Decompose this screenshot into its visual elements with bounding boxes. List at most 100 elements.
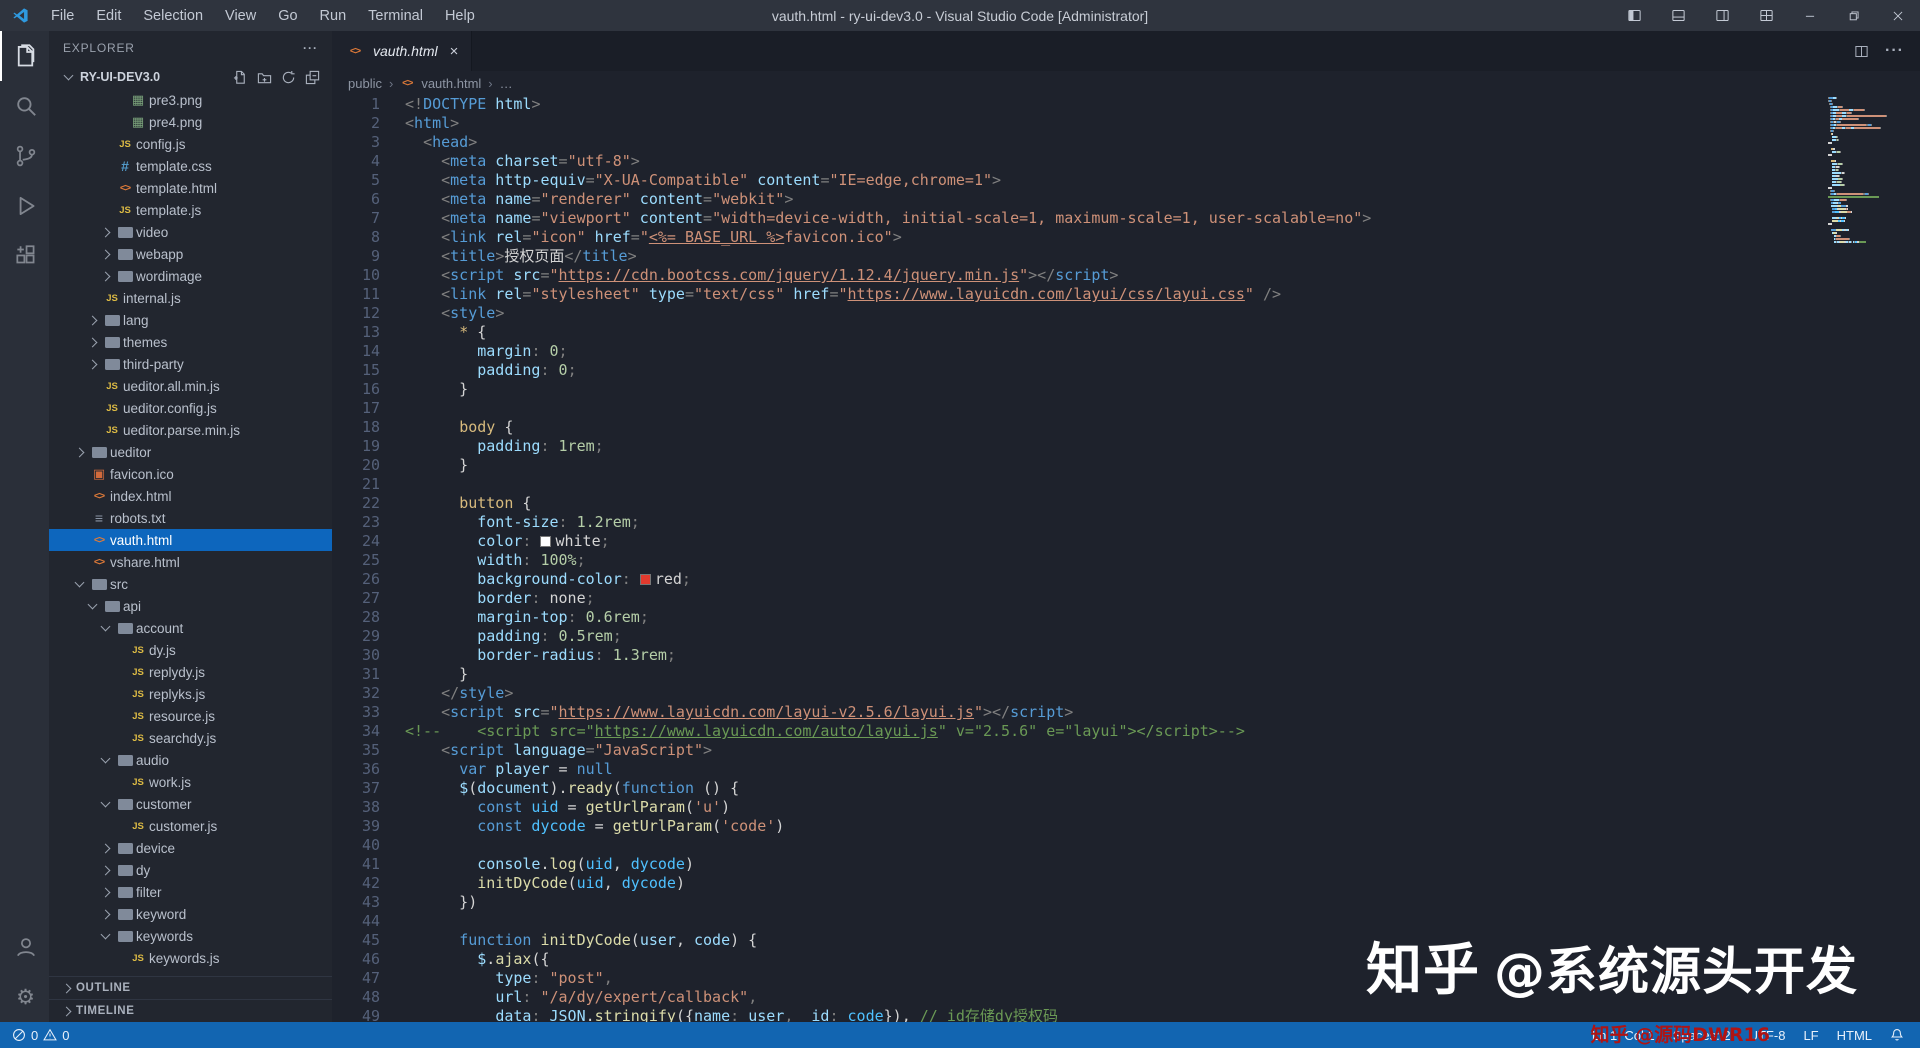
tree-item-filter[interactable]: filter — [49, 881, 332, 903]
breadcrumb-more[interactable]: … — [500, 76, 513, 91]
code-line[interactable]: <meta name="renderer" content="webkit"> — [405, 190, 1920, 209]
collapse-all-icon[interactable] — [305, 70, 320, 85]
code-line[interactable]: width: 100%; — [405, 551, 1920, 570]
split-editor-icon[interactable] — [1854, 44, 1869, 59]
explorer-more-icon[interactable]: ··· — [303, 41, 318, 55]
code-line[interactable]: background-color: red; — [405, 570, 1920, 589]
tree-item-api[interactable]: api — [49, 595, 332, 617]
menu-help[interactable]: Help — [434, 0, 486, 31]
tree-item-config.js[interactable]: config.js — [49, 133, 332, 155]
code-line[interactable]: margin-top: 0.6rem; — [405, 608, 1920, 627]
timeline-section[interactable]: TIMELINE — [49, 999, 332, 1022]
source-control-icon[interactable] — [0, 131, 49, 181]
menu-selection[interactable]: Selection — [132, 0, 214, 31]
code-line[interactable]: console.log(uid, dycode) — [405, 855, 1920, 874]
tree-item-resource.js[interactable]: resource.js — [49, 705, 332, 727]
tab-vauth-html[interactable]: vauth.html × — [332, 31, 473, 71]
tree-item-device[interactable]: device — [49, 837, 332, 859]
code-line[interactable]: padding: 0.5rem; — [405, 627, 1920, 646]
tree-item-video[interactable]: video — [49, 221, 332, 243]
code-line[interactable]: data: JSON.stringify({name: user, id: co… — [405, 1007, 1920, 1022]
code-line[interactable]: <html> — [405, 114, 1920, 133]
tree-item-pre4.png[interactable]: pre4.png — [49, 111, 332, 133]
outline-section[interactable]: OUTLINE — [49, 976, 332, 999]
code-line[interactable]: } — [405, 665, 1920, 684]
menu-file[interactable]: File — [40, 0, 85, 31]
breadcrumb-file[interactable]: vauth.html — [421, 76, 481, 91]
editor-pane[interactable]: 1 2 3 4 5 6 7 8 9 10 11 12 13 14 15 16 17 18 19 20 21 22 23 24 2… — [332, 95, 1920, 1022]
tree-item-vauth.html[interactable]: vauth.html — [49, 529, 332, 551]
tree-item-robots.txt[interactable]: robots.txt — [49, 507, 332, 529]
code-line[interactable]: initDyCode(uid, dycode) — [405, 874, 1920, 893]
code-line[interactable]: var player = null — [405, 760, 1920, 779]
tree-item-customer.js[interactable]: customer.js — [49, 815, 332, 837]
code-line[interactable]: <link rel="stylesheet" type="text/css" h… — [405, 285, 1920, 304]
tree-item-keywords[interactable]: keywords — [49, 925, 332, 947]
code-line[interactable]: <script src="https://cdn.bootcss.com/jqu… — [405, 266, 1920, 285]
restore-button[interactable] — [1832, 0, 1876, 31]
code-line[interactable]: font-size: 1.2rem; — [405, 513, 1920, 532]
code-lines[interactable]: <!DOCTYPE html> <html> <head> <meta chars… — [405, 95, 1920, 1022]
minimap[interactable] — [1828, 97, 1908, 244]
problems-indicator[interactable]: 0 0 — [12, 1028, 69, 1043]
tab-close-icon[interactable]: × — [450, 43, 459, 60]
code-line[interactable]: $(document).ready(function () { — [405, 779, 1920, 798]
tree-item-pre3.png[interactable]: pre3.png — [49, 89, 332, 111]
code-line[interactable]: body { — [405, 418, 1920, 437]
code-line[interactable]: } — [405, 456, 1920, 475]
code-line[interactable]: const uid = getUrlParam('u') — [405, 798, 1920, 817]
menu-terminal[interactable]: Terminal — [357, 0, 434, 31]
code-line[interactable]: border-radius: 1.3rem; — [405, 646, 1920, 665]
tree-item-keyword[interactable]: keyword — [49, 903, 332, 925]
tree-item-work.js[interactable]: work.js — [49, 771, 332, 793]
code-line[interactable] — [405, 836, 1920, 855]
code-line[interactable] — [405, 912, 1920, 931]
tree-item-account[interactable]: account — [49, 617, 332, 639]
tree-item-searchdy.js[interactable]: searchdy.js — [49, 727, 332, 749]
new-folder-icon[interactable] — [257, 70, 272, 85]
tree-item-customer[interactable]: customer — [49, 793, 332, 815]
toggle-panel-icon[interactable] — [1656, 0, 1700, 31]
tree-item-ueditor.parse.min.js[interactable]: ueditor.parse.min.js — [49, 419, 332, 441]
tree-item-replydy.js[interactable]: replydy.js — [49, 661, 332, 683]
code-line[interactable]: </style> — [405, 684, 1920, 703]
new-file-icon[interactable] — [233, 70, 248, 85]
menu-edit[interactable]: Edit — [85, 0, 132, 31]
close-button[interactable] — [1876, 0, 1920, 31]
breadcrumb-public[interactable]: public — [348, 76, 382, 91]
run-debug-icon[interactable] — [0, 181, 49, 231]
tree-item-audio[interactable]: audio — [49, 749, 332, 771]
tree-item-wordimage[interactable]: wordimage — [49, 265, 332, 287]
code-line[interactable]: const dycode = getUrlParam('code') — [405, 817, 1920, 836]
code-line[interactable]: <meta charset="utf-8"> — [405, 152, 1920, 171]
extensions-icon[interactable] — [0, 231, 49, 281]
explorer-icon[interactable] — [0, 31, 49, 81]
code-line[interactable]: border: none; — [405, 589, 1920, 608]
cursor-position[interactable]: Ln 1, Col 1 — [1592, 1028, 1655, 1043]
code-line[interactable]: <!-- <script src="https://www.layuicdn.c… — [405, 722, 1920, 741]
code-line[interactable]: padding: 1rem; — [405, 437, 1920, 456]
encoding-setting[interactable]: UTF-8 — [1749, 1028, 1786, 1043]
code-line[interactable]: <link rel="icon" href="<%= BASE_URL %>fa… — [405, 228, 1920, 247]
tree-item-dy.js[interactable]: dy.js — [49, 639, 332, 661]
settings-gear-icon[interactable]: ⚙ — [0, 972, 49, 1022]
minimize-button[interactable] — [1788, 0, 1832, 31]
menu-go[interactable]: Go — [267, 0, 308, 31]
language-mode[interactable]: HTML — [1837, 1028, 1872, 1043]
code-line[interactable]: <meta http-equiv="X-UA-Compatible" conte… — [405, 171, 1920, 190]
code-line[interactable]: <style> — [405, 304, 1920, 323]
tree-item-keywords.js[interactable]: keywords.js — [49, 947, 332, 969]
tree-item-index.html[interactable]: index.html — [49, 485, 332, 507]
gutter[interactable]: 1 2 3 4 5 6 7 8 9 10 11 12 13 14 15 16 17 18 19 20 21 22 23 24 2… — [332, 95, 405, 1022]
tree-item-template.css[interactable]: template.css — [49, 155, 332, 177]
code-line[interactable]: }) — [405, 893, 1920, 912]
tree-item-third-party[interactable]: third-party — [49, 353, 332, 375]
tree-item-themes[interactable]: themes — [49, 331, 332, 353]
toggle-secondary-sidebar-icon[interactable] — [1700, 0, 1744, 31]
code-line[interactable]: padding: 0; — [405, 361, 1920, 380]
indentation-setting[interactable]: Spaces: 2 — [1673, 1028, 1731, 1043]
tree-item-webapp[interactable]: webapp — [49, 243, 332, 265]
tree-item-template.js[interactable]: template.js — [49, 199, 332, 221]
refresh-icon[interactable] — [281, 70, 296, 85]
code-line[interactable]: * { — [405, 323, 1920, 342]
